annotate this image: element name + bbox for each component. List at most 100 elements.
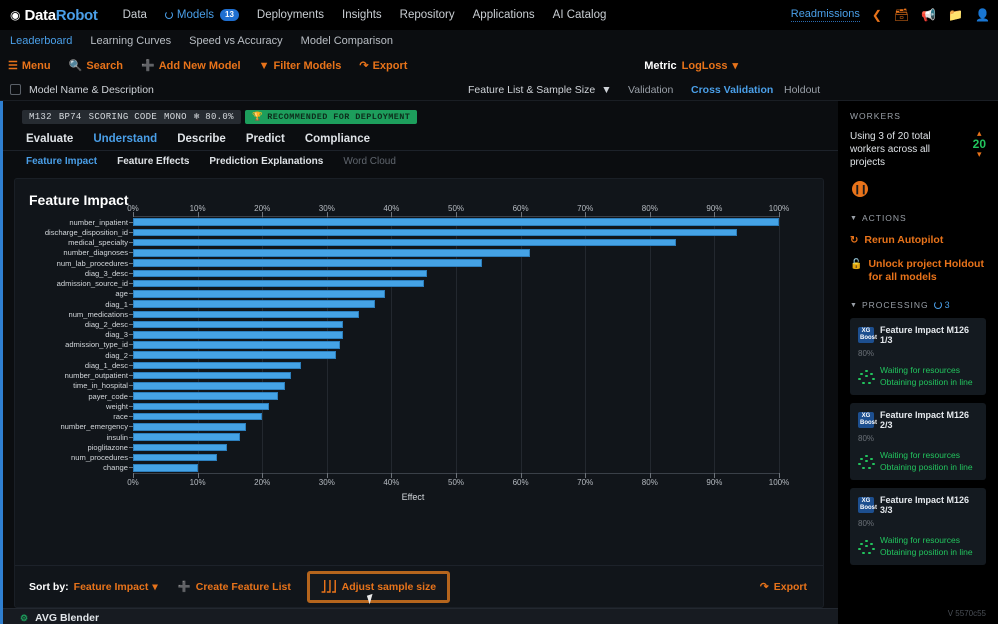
chart-bar-row[interactable]: number_inpatient bbox=[69, 217, 779, 227]
chart-bar[interactable] bbox=[133, 361, 301, 370]
chart-bar-row[interactable]: num_procedures bbox=[71, 452, 779, 462]
chart-bar-row[interactable]: num_lab_procedures bbox=[57, 258, 779, 268]
chart-bar-row[interactable]: diag_3_desc bbox=[85, 268, 779, 278]
nav-item-deployments[interactable]: Deployments bbox=[248, 0, 333, 30]
nav-item-repository[interactable]: Repository bbox=[391, 0, 464, 30]
rerun-autopilot-action[interactable]: ↻ Rerun Autopilot bbox=[850, 234, 986, 247]
chart-bar[interactable] bbox=[133, 310, 360, 319]
next-leaderboard-row[interactable]: ⚙ AVG Blender bbox=[0, 608, 838, 624]
chart-bar[interactable] bbox=[133, 402, 269, 411]
col-validation[interactable]: Validation bbox=[628, 84, 673, 96]
chart-bar-row[interactable]: medical_specialty bbox=[68, 238, 779, 248]
unlock-holdout-action[interactable]: 🔓 Unlock project Holdout for all models bbox=[850, 258, 986, 284]
chart-bar-row[interactable]: payer_code bbox=[88, 391, 779, 401]
pause-workers-button[interactable]: ❙❙ bbox=[852, 181, 868, 197]
chart-bar-row[interactable]: diag_3 bbox=[105, 330, 779, 340]
subtab-prediction-explanations[interactable]: Prediction Explanations bbox=[199, 156, 333, 167]
chart-bar[interactable] bbox=[133, 433, 240, 441]
chart-bar[interactable] bbox=[133, 412, 263, 421]
nav-item-applications[interactable]: Applications bbox=[464, 0, 544, 30]
chart-bar-row[interactable]: time_in_hospital bbox=[73, 381, 779, 391]
chart-bar[interactable] bbox=[133, 300, 376, 308]
chart-bar[interactable] bbox=[133, 464, 198, 472]
processing-card[interactable]: XG Boost Feature Impact M126 3/3 80% Waiting… bbox=[850, 488, 986, 565]
select-all-checkbox[interactable] bbox=[10, 84, 21, 95]
project-name-link[interactable]: Readmissions bbox=[790, 8, 860, 22]
chart-bar-row[interactable]: number_diagnoses bbox=[63, 248, 779, 258]
nav-item-data[interactable]: Data bbox=[114, 0, 156, 30]
add-new-model-button[interactable]: ➕ Add New Model bbox=[132, 59, 250, 73]
announcement-icon[interactable]: 📢 bbox=[921, 9, 936, 21]
chevron-down-icon[interactable]: ▾ bbox=[977, 150, 982, 159]
processing-card[interactable]: XG Boost Feature Impact M126 2/3 80% Waiting… bbox=[850, 403, 986, 480]
metric-selector[interactable]: Metric LogLoss ▾ bbox=[644, 52, 738, 79]
export-button[interactable]: ↷ Export bbox=[350, 59, 416, 73]
nav-item-insights[interactable]: Insights bbox=[333, 0, 391, 30]
chart-bar-row[interactable]: diag_1 bbox=[105, 299, 779, 309]
tab-leaderboard[interactable]: Leaderboard bbox=[10, 35, 81, 47]
chart-bar[interactable] bbox=[133, 259, 482, 267]
chart-bar-row[interactable]: diag_2_desc bbox=[85, 319, 779, 329]
chart-bar-row[interactable]: change bbox=[103, 463, 779, 473]
menu-button[interactable]: ☰ Menu bbox=[8, 59, 60, 73]
col-cross-validation[interactable]: Cross Validation bbox=[691, 84, 773, 96]
chart-bar[interactable] bbox=[133, 330, 343, 339]
chart-bar-row[interactable]: diag_1_desc bbox=[85, 360, 779, 370]
chart-bar[interactable] bbox=[133, 382, 285, 390]
chart-bar-row[interactable]: race bbox=[113, 412, 779, 422]
chart-bar[interactable] bbox=[133, 423, 247, 431]
chart-bar-row[interactable]: pioglitazone bbox=[87, 442, 779, 452]
chart-bar[interactable] bbox=[133, 453, 217, 462]
tab-model-comparison[interactable]: Model Comparison bbox=[292, 35, 402, 47]
chart-bar[interactable] bbox=[133, 320, 343, 329]
datarobot-logo[interactable]: ◉ DataRobot bbox=[10, 7, 98, 24]
user-icon[interactable]: 👤 bbox=[975, 9, 990, 21]
chart-export-button[interactable]: ↷ Export bbox=[760, 581, 807, 593]
save-icon[interactable]: 🗃 bbox=[894, 9, 909, 21]
chart-bar-row[interactable]: age bbox=[115, 289, 779, 299]
chart-bar-row[interactable]: admission_source_id bbox=[57, 278, 779, 288]
chart-bar[interactable] bbox=[133, 249, 531, 257]
chart-bar[interactable] bbox=[133, 279, 424, 288]
share-icon[interactable]: ❮ bbox=[872, 9, 882, 21]
tab-speed-vs-accuracy[interactable]: Speed vs Accuracy bbox=[180, 35, 292, 47]
col-feature-list[interactable]: Feature List & Sample Size ▼ bbox=[468, 84, 612, 96]
tab-learning-curves[interactable]: Learning Curves bbox=[81, 35, 180, 47]
chart-bar[interactable] bbox=[133, 351, 337, 359]
chart-bar[interactable] bbox=[133, 371, 292, 380]
chevron-up-icon[interactable]: ▴ bbox=[977, 129, 982, 138]
subtab-feature-impact[interactable]: Feature Impact bbox=[16, 156, 107, 167]
tab-predict[interactable]: Predict bbox=[236, 130, 295, 150]
actions-section-header[interactable]: ▼ ACTIONS bbox=[850, 213, 986, 223]
chart-bar-row[interactable]: number_emergency bbox=[60, 422, 779, 432]
worker-count-stepper[interactable]: ▴ 20 ▾ bbox=[973, 129, 986, 159]
chart-bar[interactable] bbox=[133, 218, 779, 226]
chart-bar-row[interactable]: weight bbox=[106, 401, 779, 411]
tab-understand[interactable]: Understand bbox=[83, 130, 167, 150]
adjust-sample-size-button[interactable]: ⎦⎦⎦ Adjust sample size bbox=[306, 570, 451, 604]
chart-bar[interactable] bbox=[133, 341, 340, 349]
folder-icon[interactable]: 📁 bbox=[948, 9, 963, 21]
tab-describe[interactable]: Describe bbox=[167, 130, 236, 150]
nav-item-ai-catalog[interactable]: AI Catalog bbox=[544, 0, 616, 30]
sort-by-dropdown[interactable]: Feature Impact ▾ bbox=[74, 581, 158, 593]
chart-bar-row[interactable]: number_outpatient bbox=[65, 371, 779, 381]
filter-models-button[interactable]: ▼ Filter Models bbox=[250, 60, 351, 72]
processing-section-header[interactable]: ▼ PROCESSING 3 bbox=[850, 300, 986, 310]
subtab-word-cloud[interactable]: Word Cloud bbox=[333, 156, 406, 167]
chart-bar[interactable] bbox=[133, 392, 279, 400]
chart-bar-row[interactable]: discharge_disposition_id bbox=[45, 227, 779, 237]
tab-compliance[interactable]: Compliance bbox=[295, 130, 380, 150]
tab-evaluate[interactable]: Evaluate bbox=[16, 130, 83, 150]
create-feature-list-button[interactable]: ➕ Create Feature List bbox=[178, 580, 291, 594]
chart-bar[interactable] bbox=[133, 228, 737, 237]
search-button[interactable]: 🔍 Search bbox=[60, 59, 132, 73]
chart-bar[interactable] bbox=[133, 290, 385, 298]
nav-item-models[interactable]: Models 13 bbox=[156, 0, 248, 30]
chart-bar[interactable] bbox=[133, 269, 427, 278]
chart-bar-row[interactable]: diag_2 bbox=[105, 350, 779, 360]
chart-bar[interactable] bbox=[133, 238, 676, 247]
chart-bar[interactable] bbox=[133, 443, 227, 452]
col-holdout[interactable]: Holdout bbox=[784, 84, 820, 96]
subtab-feature-effects[interactable]: Feature Effects bbox=[107, 156, 199, 167]
